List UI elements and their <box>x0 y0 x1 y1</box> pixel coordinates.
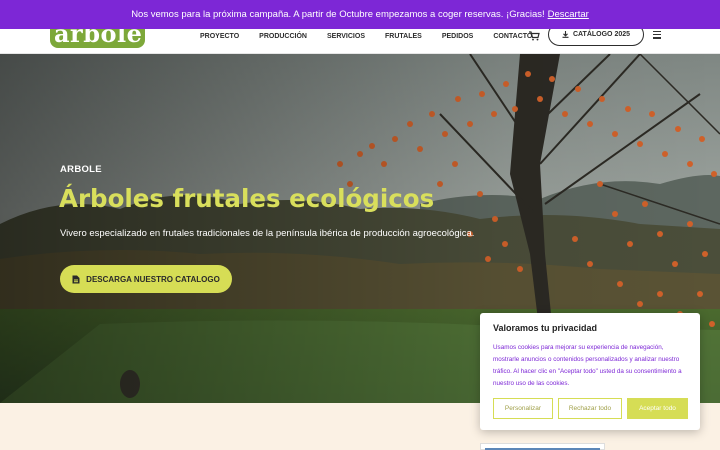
file-pdf-icon <box>72 275 80 283</box>
cookie-actions: Personalizar Rechazar todo Aceptar todo <box>493 398 688 419</box>
hero-subtitle: Vivero especializado en frutales tradici… <box>60 228 475 239</box>
customize-button[interactable]: Personalizar <box>493 398 553 419</box>
cookie-title: Valoramos tu privacidad <box>493 323 598 333</box>
accept-all-button[interactable]: Aceptar todo <box>627 398 688 419</box>
nav-item-produccion[interactable]: PRODUCCIÓN <box>259 33 307 40</box>
reject-all-button[interactable]: Rechazar todo <box>558 398 622 419</box>
nav-item-pedidos[interactable]: PEDIDOS <box>442 33 474 40</box>
dismiss-link[interactable]: Descartar <box>548 9 589 20</box>
catalog-button-label: CATÁLOGO 2025 <box>572 31 631 38</box>
cart-icon[interactable] <box>528 31 540 41</box>
announcement-bar: Nos vemos para la próxima campaña. A par… <box>0 0 720 29</box>
cookie-consent-banner: Valoramos tu privacidad Usamos cookies p… <box>480 313 700 430</box>
nav-item-contacto[interactable]: CONTACTO <box>493 33 532 40</box>
content-card-preview <box>480 443 605 450</box>
main-nav: PROYECTO PRODUCCIÓN SERVICIOS FRUTALES P… <box>200 29 552 43</box>
nav-item-frutales[interactable]: FRUTALES <box>385 33 422 40</box>
site-header: arbole PROYECTO PRODUCCIÓN SERVICIOS FRU… <box>0 23 720 54</box>
download-icon <box>562 31 569 38</box>
download-catalog-label: DESCARGA NUESTRO CATALOGO <box>86 274 220 284</box>
download-catalog-button[interactable]: DESCARGA NUESTRO CATALOGO <box>60 265 232 293</box>
cookie-text: Usamos cookies para mejorar su experienc… <box>493 344 682 387</box>
nav-item-proyecto[interactable]: PROYECTO <box>200 33 239 40</box>
nav-item-servicios[interactable]: SERVICIOS <box>327 33 365 40</box>
announcement-text: Nos vemos para la próxima campaña. A par… <box>131 9 545 20</box>
hamburger-icon[interactable] <box>653 31 661 39</box>
hero-title: Árboles frutales ecológicos <box>59 184 435 213</box>
hero-eyebrow: ARBOLE <box>60 164 102 175</box>
